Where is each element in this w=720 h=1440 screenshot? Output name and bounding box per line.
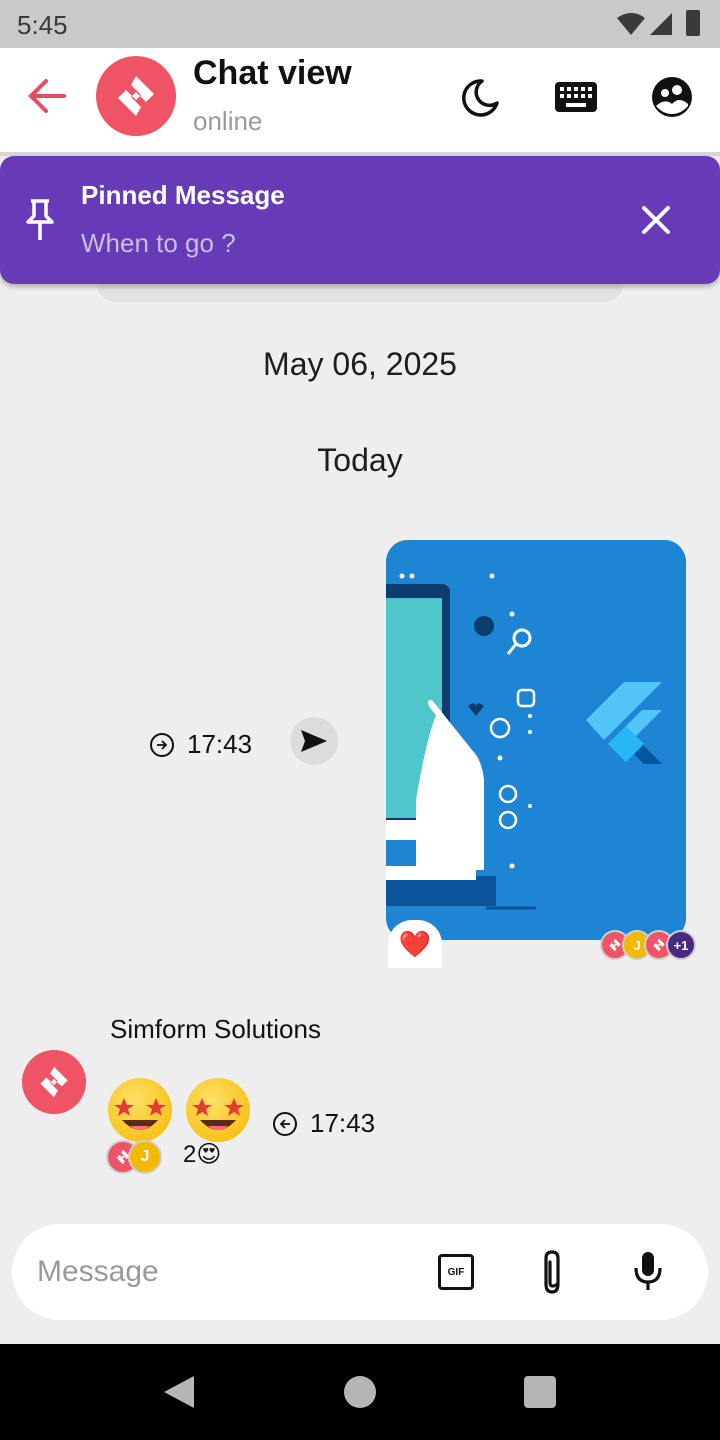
- microphone-icon[interactable]: [632, 1250, 664, 1297]
- send-icon[interactable]: [290, 717, 338, 765]
- keyboard-icon[interactable]: [555, 82, 597, 117]
- status-bar: [0, 0, 720, 48]
- wifi-icon: [616, 12, 646, 41]
- back-arrow-icon[interactable]: [26, 76, 68, 121]
- flutter-illustration: [386, 540, 686, 940]
- emoji-message[interactable]: [108, 1076, 258, 1146]
- attachment-icon[interactable]: [536, 1248, 568, 1301]
- image-message[interactable]: [386, 540, 686, 940]
- moon-icon[interactable]: [460, 78, 500, 123]
- home-nav-icon[interactable]: [344, 1376, 376, 1408]
- pinned-title: Pinned Message: [81, 180, 285, 210]
- date-separator: May 06, 2025: [263, 346, 457, 382]
- received-time-icon: [273, 1112, 297, 1136]
- back-nav-icon[interactable]: [162, 1374, 196, 1415]
- signal-icon: [648, 12, 674, 41]
- battery-icon: [686, 10, 700, 36]
- group-icon[interactable]: [651, 76, 693, 123]
- sender-name: Simform Solutions: [110, 1014, 321, 1044]
- page-title: Chat view: [193, 54, 352, 92]
- forward-time-icon: [150, 733, 174, 757]
- day-separator: Today: [317, 442, 403, 478]
- avatar[interactable]: [96, 56, 176, 136]
- pinned-message-banner[interactable]: [0, 156, 720, 284]
- message-time: 17:43: [310, 1108, 376, 1138]
- gif-icon[interactable]: GIF: [438, 1254, 474, 1290]
- star-struck-emoji-icon: [108, 1078, 172, 1142]
- pinned-text: When to go ?: [81, 228, 236, 258]
- recents-nav-icon[interactable]: [524, 1376, 556, 1408]
- message-input[interactable]: [37, 1250, 407, 1294]
- gif-label: GIF: [447, 1266, 465, 1278]
- sender-avatar[interactable]: [22, 1050, 86, 1114]
- reactor-avatar: J: [128, 1140, 162, 1174]
- reaction-pill[interactable]: ❤️: [388, 920, 442, 968]
- close-icon[interactable]: [640, 204, 672, 241]
- pin-icon: [24, 198, 56, 247]
- message-time: 17:43: [187, 729, 253, 759]
- extra-reactors-count[interactable]: +1: [666, 930, 696, 960]
- reaction-count[interactable]: 2😍: [183, 1140, 221, 1169]
- star-struck-emoji-icon: [186, 1078, 250, 1142]
- online-status: online: [193, 106, 263, 136]
- status-time: 5:45: [17, 10, 68, 40]
